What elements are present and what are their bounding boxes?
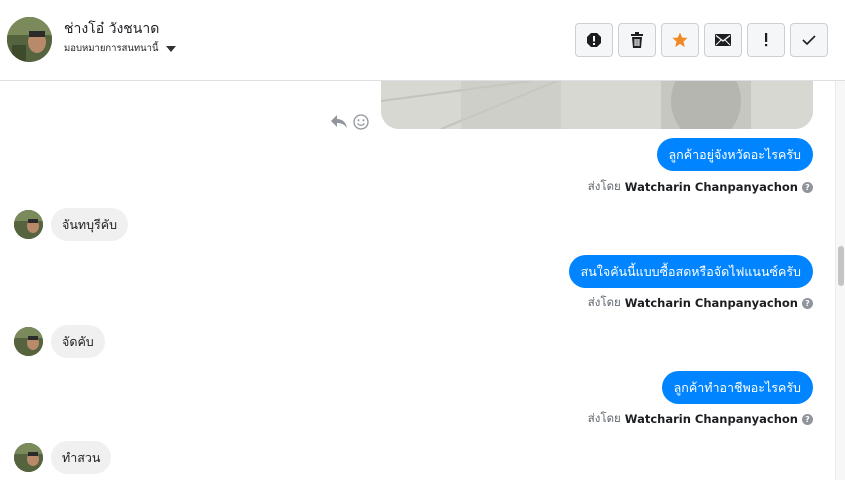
- sent-by-prefix: ส่งโดย: [587, 179, 621, 193]
- messenger-conversation: ช่างโอ๋ วังชนาด มอบหมายการสนทนานี้ ลูกค้…: [0, 0, 845, 480]
- delete-button[interactable]: [618, 23, 656, 57]
- incoming-message[interactable]: ทำสวน: [51, 441, 112, 474]
- sent-by-label: ส่งโดย Watcharin Chanpanyachon ?: [588, 294, 813, 312]
- conversation-toolbar: [575, 23, 828, 57]
- avatar-photo: [14, 210, 43, 239]
- scrollbar-thumb[interactable]: [838, 246, 844, 286]
- trash-icon: [631, 32, 643, 48]
- incoming-message[interactable]: จันทบุรีคับ: [51, 208, 129, 241]
- sent-by-label: ส่งโดย Watcharin Chanpanyachon ?: [588, 410, 813, 428]
- sender-name[interactable]: Watcharin Chanpanyachon: [625, 412, 798, 426]
- outgoing-message[interactable]: สนใจคันนี้แบบซื้อสดหรือจัดไฟแนนซ์ครับ: [568, 255, 813, 288]
- image-attachment[interactable]: [381, 81, 813, 129]
- exclamation-icon: [765, 33, 768, 47]
- envelope-icon: [715, 34, 731, 46]
- mark-spam-button[interactable]: [575, 23, 613, 57]
- conversation-header: ช่างโอ๋ วังชนาด มอบหมายการสนทนานี้: [0, 0, 845, 81]
- contact-name[interactable]: ช่างโอ๋ วังชนาด: [64, 18, 159, 40]
- avatar-photo: [14, 327, 43, 356]
- assign-conversation-dropdown[interactable]: มอบหมายการสนทนานี้: [64, 41, 176, 56]
- outgoing-message[interactable]: ลูกค้าทำอาชีพอะไรครับ: [661, 371, 813, 404]
- sender-name[interactable]: Watcharin Chanpanyachon: [625, 180, 798, 194]
- incoming-message[interactable]: จัดคับ: [51, 325, 105, 358]
- emoji-reaction-icon[interactable]: [353, 114, 369, 130]
- sent-by-prefix: ส่งโดย: [587, 295, 621, 309]
- star-button[interactable]: [661, 23, 699, 57]
- incoming-message-row: จัดคับ: [14, 325, 105, 358]
- thread-scrollbar[interactable]: [835, 81, 845, 480]
- avatar-photo: [7, 17, 52, 62]
- outgoing-message[interactable]: ลูกค้าอยู่จังหวัดอะไรครับ: [656, 138, 813, 171]
- incoming-message-row: ทำสวน: [14, 441, 112, 474]
- help-icon[interactable]: ?: [802, 181, 813, 193]
- mark-unread-button[interactable]: [704, 23, 742, 57]
- mark-done-button[interactable]: [790, 23, 828, 57]
- contact-avatar-small[interactable]: [14, 210, 43, 239]
- assign-label: มอบหมายการสนทนานี้: [64, 43, 159, 54]
- avatar-photo: [14, 443, 43, 472]
- contact-avatar-small[interactable]: [14, 327, 43, 356]
- message-actions: [331, 114, 369, 130]
- incoming-message-row: จันทบุรีคับ: [14, 208, 129, 241]
- contact-avatar-small[interactable]: [14, 443, 43, 472]
- star-icon: [672, 32, 688, 47]
- caret-down-icon: [165, 45, 176, 52]
- help-icon[interactable]: ?: [802, 413, 813, 425]
- spam-alert-icon: [587, 33, 601, 47]
- checkmark-icon: [802, 35, 816, 46]
- message-thread: ลูกค้าอยู่จังหวัดอะไรครับ ส่งโดย Watchar…: [0, 81, 832, 480]
- attachment-photo: [381, 81, 813, 129]
- sent-by-prefix: ส่งโดย: [587, 411, 621, 425]
- sent-by-label: ส่งโดย Watcharin Chanpanyachon ?: [588, 178, 813, 196]
- mark-important-button[interactable]: [747, 23, 785, 57]
- contact-avatar[interactable]: [7, 17, 52, 62]
- sender-name[interactable]: Watcharin Chanpanyachon: [625, 296, 798, 310]
- help-icon[interactable]: ?: [802, 297, 813, 309]
- reply-icon[interactable]: [331, 115, 347, 129]
